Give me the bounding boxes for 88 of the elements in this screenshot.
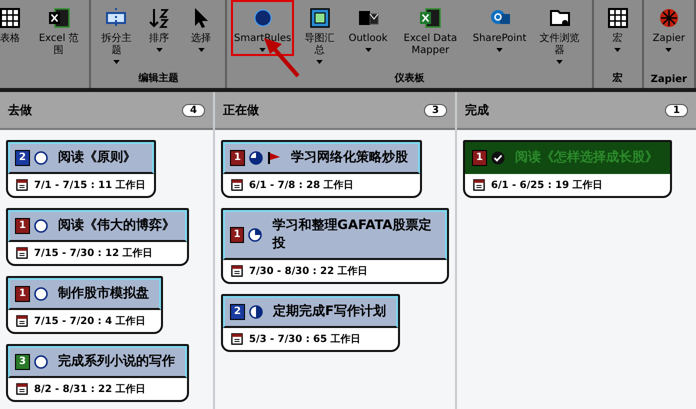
progress-icon	[34, 287, 48, 301]
task-title: 制作股市模拟盘	[58, 285, 149, 303]
task-card[interactable]: 2 阅读《原则》 7/1 - 7/15 : 11 工作日	[6, 140, 156, 198]
date-range: 6/1 - 6/25 : 19 工作日	[491, 178, 603, 192]
priority-badge: 1	[15, 286, 30, 302]
ribbon-button[interactable]: 文件浏览器	[531, 0, 588, 68]
caret-icon	[556, 60, 564, 64]
ribbon-button[interactable]: SmartRules	[231, 0, 294, 56]
priority-badge: 1	[230, 227, 244, 243]
ribbon-button[interactable]: 宏	[598, 0, 638, 56]
date-range: 7/15 - 7/20 : 4 工作日	[34, 314, 146, 328]
ribbon-button[interactable]: Excel Data Mapper	[393, 0, 468, 61]
task-card[interactable]: 1 阅读《怎样选择成长股》 6/1 - 6/25 : 19 工作日	[463, 140, 672, 198]
progress-icon	[249, 305, 263, 319]
ribbon-button[interactable]: 拆分主题	[95, 0, 138, 68]
ribbon-button[interactable]: 导图汇总	[296, 0, 344, 68]
priority-badge: 1	[472, 150, 487, 166]
priority-badge: 1	[15, 218, 30, 234]
ribbon-button[interactable]: 选择	[181, 0, 222, 56]
task-title: 定期完成F写作计划	[273, 303, 386, 321]
column-title: 去做	[8, 102, 32, 118]
priority-badge: 2	[15, 150, 30, 166]
task-card[interactable]: 1 学习和整理GAFATA股票定投 7/30 - 8/30 : 22 工作日	[221, 208, 449, 284]
date-range: 7/1 - 7/15 : 11 工作日	[34, 178, 146, 192]
caret-icon	[198, 48, 205, 52]
group-label: Zapier	[650, 74, 688, 87]
count-badge: 4	[182, 104, 205, 116]
check-icon	[491, 151, 505, 165]
task-card[interactable]: 3 完成系列小说的写作 8/2 - 8/31 : 22 工作日	[6, 344, 189, 402]
task-card[interactable]: 2 定期完成F写作计划 5/3 - 7/30 : 65 工作日	[221, 294, 400, 352]
calendar-icon	[231, 265, 243, 277]
calendar-icon	[16, 179, 28, 191]
caret-icon	[496, 48, 504, 52]
table-icon	[606, 6, 630, 30]
priority-badge: 1	[230, 150, 245, 166]
spreadsheet-icon	[418, 6, 442, 30]
sort-icon	[147, 6, 172, 30]
date-range: 8/2 - 8/31 : 22 工作日	[34, 382, 146, 396]
calendar-icon	[231, 179, 243, 191]
ribbon-button[interactable]: Zapier	[648, 0, 690, 56]
ribbon-button[interactable]: 排序	[139, 0, 180, 56]
column-title: 完成	[465, 102, 489, 118]
task-card[interactable]: 1 学习网络化策略炒股 6/1 - 7/8 : 28 工作日	[221, 140, 422, 198]
progress-icon	[248, 228, 262, 242]
task-title: 阅读《原则》	[58, 149, 136, 167]
date-range: 7/30 - 8/30 : 22 工作日	[249, 264, 368, 278]
table-icon	[0, 6, 22, 30]
task-title: 学习网络化策略炒股	[291, 149, 408, 167]
task-card[interactable]: 1 阅读《伟大的博弈》 7/15 - 7/30 : 12 工作日	[6, 208, 189, 266]
priority-badge: 2	[230, 304, 245, 320]
caret-icon	[614, 48, 622, 52]
group-label: 宏	[611, 72, 624, 86]
count-badge: 1	[665, 104, 688, 116]
caret-icon	[316, 60, 324, 64]
calendar-icon	[473, 179, 485, 191]
date-range: 6/1 - 7/8 : 28 工作日	[249, 178, 354, 192]
task-title: 学习和整理GAFATA股票定投	[272, 217, 432, 253]
date-range: 5/3 - 7/30 : 65 工作日	[249, 332, 361, 346]
date-range: 7/15 - 7/30 : 12 工作日	[34, 246, 153, 260]
calendar-icon	[16, 383, 28, 395]
ribbon-button[interactable]: Outlook	[345, 0, 392, 56]
ribbon-button[interactable]: 表格	[0, 0, 30, 49]
task-card[interactable]: 1 制作股市模拟盘 7/15 - 7/20 : 4 工作日	[6, 276, 163, 334]
priority-badge: 3	[15, 354, 30, 370]
caret-icon	[259, 48, 266, 52]
caret-icon	[112, 60, 120, 64]
column-title: 正在做	[223, 102, 259, 118]
task-title: 阅读《怎样选择成长股》	[515, 149, 658, 167]
progress-icon	[34, 355, 48, 369]
ribbon-button[interactable]: SharePoint	[470, 0, 530, 56]
progress-icon	[34, 219, 48, 233]
spreadsheet-icon	[46, 6, 71, 30]
group-label: 仪表板	[393, 72, 426, 86]
calendar-icon	[16, 247, 28, 259]
progress-icon	[34, 151, 48, 165]
calendar-icon	[16, 315, 28, 327]
task-title: 阅读《伟大的博弈》	[58, 217, 175, 235]
flag-icon	[267, 151, 281, 165]
grid-icon	[308, 6, 332, 30]
task-title: 完成系列小说的写作	[58, 353, 175, 371]
caret-icon	[665, 48, 672, 52]
progress-icon	[249, 151, 263, 165]
ribbon-button[interactable]: Excel 范围	[32, 0, 86, 61]
calendar-icon	[231, 333, 243, 345]
group-label: 编辑主题	[137, 71, 180, 86]
caret-icon	[364, 48, 372, 52]
count-badge: 3	[424, 104, 447, 116]
caret-icon	[156, 48, 163, 52]
